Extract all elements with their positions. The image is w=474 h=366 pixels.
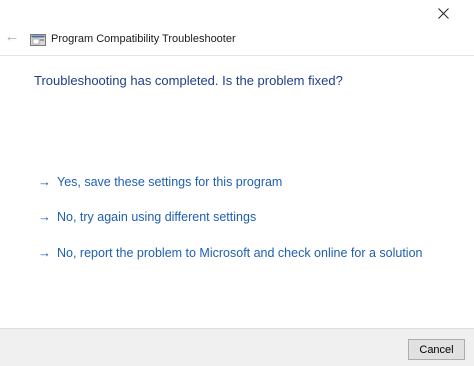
app-header: Program Compatibility Troubleshooter	[30, 30, 236, 48]
option-try-again[interactable]: → No, try again using different settings	[38, 209, 256, 224]
header-divider	[0, 55, 474, 56]
troubleshooter-icon	[30, 33, 46, 46]
back-button[interactable]: ←	[2, 26, 22, 46]
option-report-problem[interactable]: → No, report the problem to Microsoft an…	[38, 245, 422, 260]
troubleshooter-window: ← Program Compatibility Troubleshooter T…	[0, 0, 474, 366]
option-label: Yes, save these settings for this progra…	[57, 174, 283, 189]
window-title: Program Compatibility Troubleshooter	[51, 33, 236, 45]
arrow-right-icon: →	[38, 174, 51, 189]
option-save-settings[interactable]: → Yes, save these settings for this prog…	[38, 174, 282, 189]
page-heading: Troubleshooting has completed. Is the pr…	[34, 73, 343, 88]
arrow-right-icon: →	[38, 245, 51, 260]
title-bar	[0, 0, 474, 30]
footer-bar	[0, 328, 474, 366]
option-label: No, try again using different settings	[57, 209, 257, 224]
close-button[interactable]	[428, 0, 458, 26]
close-icon	[437, 7, 449, 19]
option-label: No, report the problem to Microsoft and …	[57, 245, 423, 260]
back-arrow-icon: ←	[4, 27, 20, 45]
arrow-right-icon: →	[38, 209, 51, 224]
cancel-button[interactable]: Cancel	[408, 339, 465, 360]
